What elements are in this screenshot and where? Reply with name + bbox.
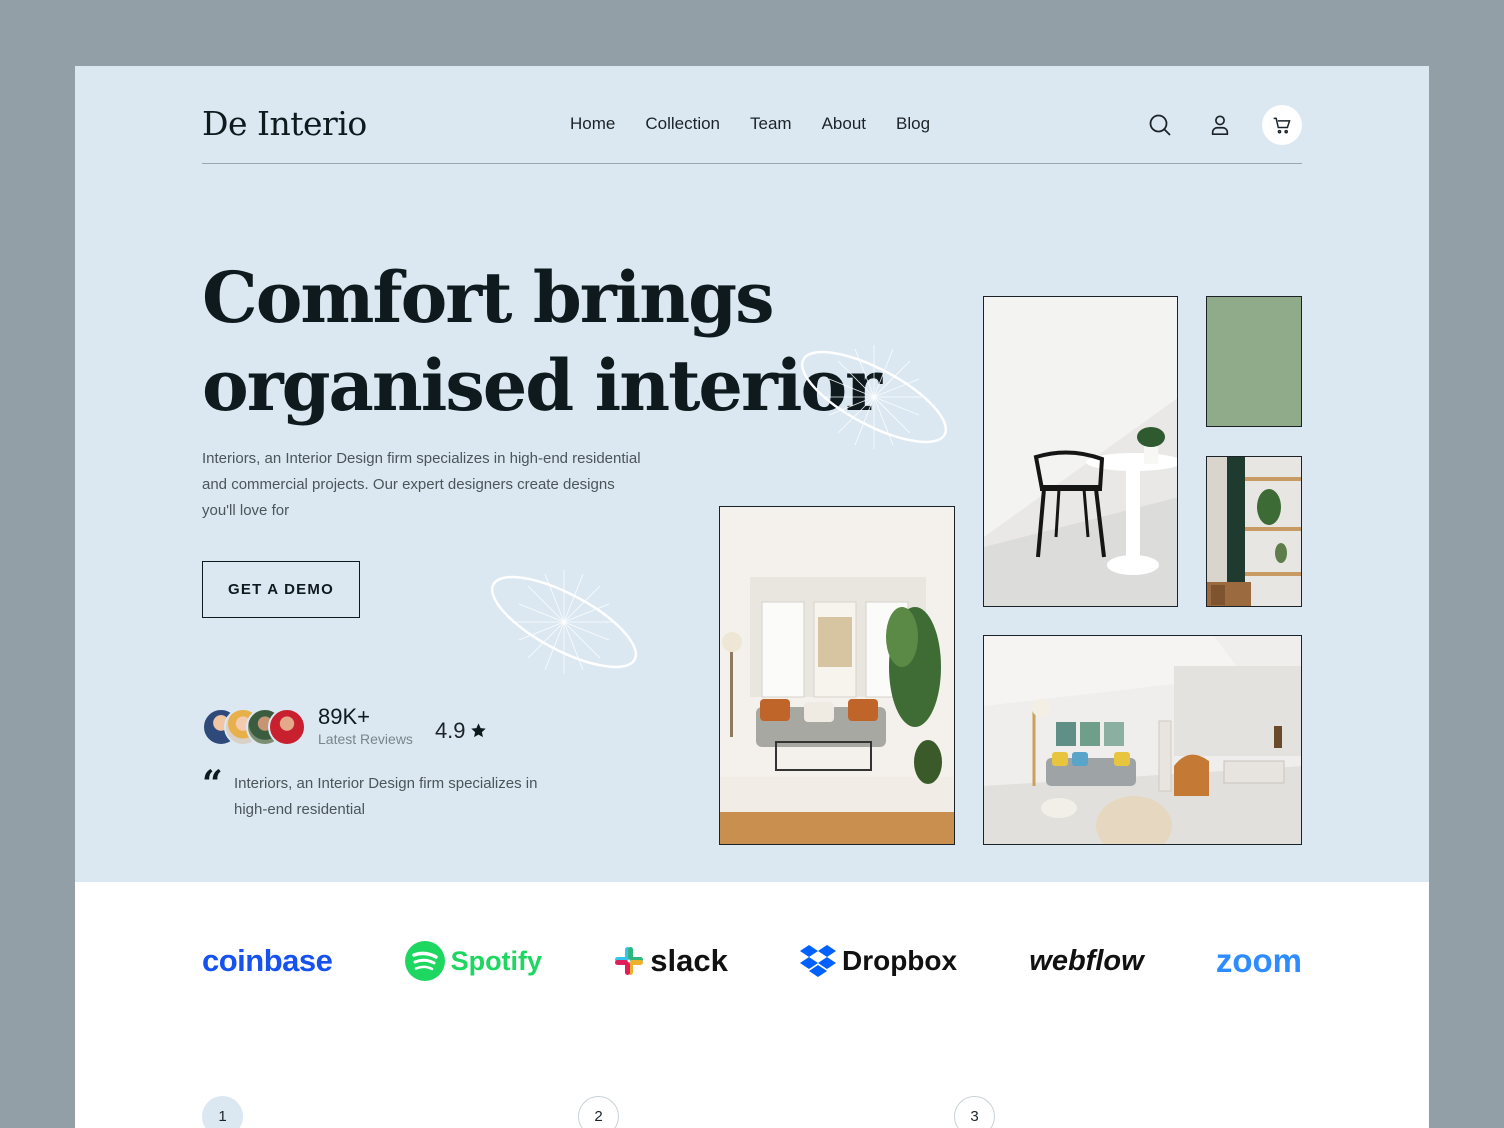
search-icon[interactable] <box>1140 105 1180 145</box>
green-swatch <box>1206 296 1302 427</box>
slack-icon <box>615 947 644 975</box>
brand-name: Spotify <box>450 945 543 976</box>
shelf-image <box>1206 456 1302 607</box>
quote-text: Interiors, an Interior Design firm speci… <box>234 775 538 818</box>
headline-line-1: Comfort brings <box>202 256 775 339</box>
reviews-count: 89K+ <box>318 704 370 729</box>
hero-subtitle: Interiors, an Interior Design firm speci… <box>202 450 641 519</box>
spotify-icon <box>404 941 445 981</box>
testimonial-quote: “ Interiors, an Interior Design firm spe… <box>202 763 574 823</box>
brand-name: coinbase <box>202 943 333 978</box>
header-divider <box>202 163 1302 164</box>
reviews-summary: 89K+ Latest Reviews 4.9 <box>202 706 487 747</box>
star-icon <box>470 723 486 738</box>
webflow-logo: webflow <box>1029 945 1143 978</box>
cart-icon[interactable] <box>1262 105 1302 145</box>
reviewer-avatars <box>202 707 306 746</box>
living-room-image <box>719 506 955 845</box>
brand-name: webflow <box>1029 944 1144 977</box>
slack-logo: slack <box>614 943 728 979</box>
nav-blog[interactable]: Blog <box>896 114 930 134</box>
brand-name: slack <box>650 943 728 978</box>
brand-name: Dropbox <box>841 945 958 976</box>
get-demo-button[interactable]: GET A DEMO <box>202 561 360 618</box>
nav-about[interactable]: About <box>822 114 866 134</box>
reviews-label: Latest Reviews <box>318 731 413 747</box>
lounge-image <box>983 635 1302 845</box>
rating: 4.9 <box>435 718 487 744</box>
nav-team[interactable]: Team <box>750 114 792 134</box>
quote-icon: “ <box>202 763 223 805</box>
step-1[interactable]: 1 <box>202 1096 243 1128</box>
nav-collection[interactable]: Collection <box>645 114 720 134</box>
step-3[interactable]: 3 <box>954 1096 995 1128</box>
nav-home[interactable]: Home <box>570 114 615 134</box>
spotify-logo: Spotify <box>404 941 543 981</box>
step-2[interactable]: 2 <box>578 1096 619 1128</box>
sparkle-ring-decoration <box>490 570 638 674</box>
reviews-text: 89K+ Latest Reviews <box>318 704 413 748</box>
zoom-logo: zoom <box>1216 942 1302 980</box>
user-icon[interactable] <box>1200 105 1240 145</box>
main-nav: Home Collection Team About Blog <box>570 114 930 134</box>
dropbox-icon <box>799 945 836 977</box>
rating-value: 4.9 <box>434 717 466 743</box>
hero-headline: Comfort brings organised interior <box>202 254 882 430</box>
hero-section: De Interio Home Collection Team About Bl… <box>75 66 1429 882</box>
chair-image <box>983 296 1178 607</box>
dropbox-logo: Dropbox <box>799 945 958 977</box>
site-logo[interactable]: De Interio <box>202 104 367 143</box>
sparkle-ring-decoration <box>800 345 948 449</box>
page-frame: De Interio Home Collection Team About Bl… <box>75 66 1429 1128</box>
avatar <box>268 707 306 746</box>
brand-name: zoom <box>1215 942 1302 979</box>
headline-line-2: organised interior <box>202 344 882 427</box>
brand-logos: coinbase Spotify slack Dropbox webflow z… <box>202 936 1302 986</box>
header-actions <box>1140 105 1302 145</box>
coinbase-logo: coinbase <box>202 943 333 979</box>
